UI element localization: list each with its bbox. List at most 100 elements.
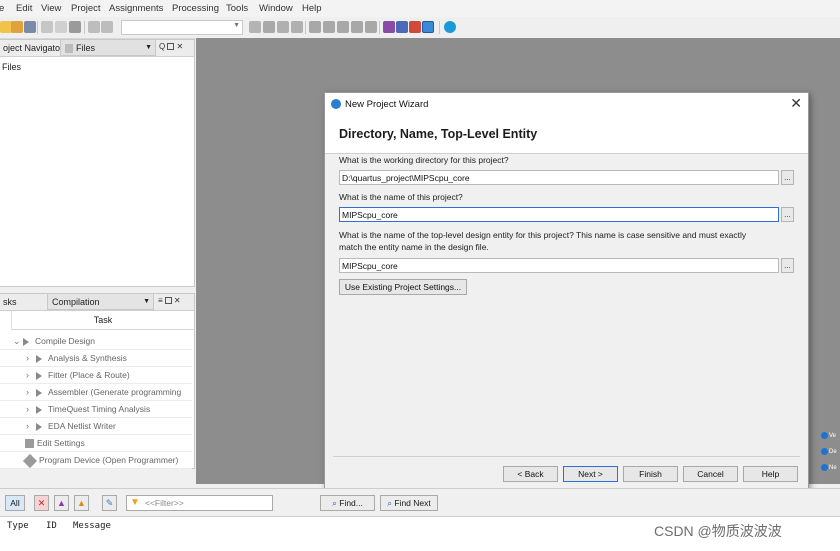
finish-button[interactable]: Finish — [623, 466, 678, 482]
project-name-field[interactable]: MIPScpu_core — [339, 207, 779, 222]
cancel-button[interactable]: Cancel — [683, 466, 738, 482]
menu-help[interactable]: Help — [302, 3, 322, 14]
timing-icon[interactable] — [351, 21, 363, 33]
pin-icon[interactable] — [277, 21, 289, 33]
chip-planner-icon[interactable] — [383, 21, 395, 33]
analysis-icon[interactable] — [337, 21, 349, 33]
panel-controls[interactable]: Q ✕ — [159, 42, 183, 51]
dock-icon[interactable] — [167, 43, 175, 51]
menu-edit[interactable]: Edit — [16, 3, 32, 14]
run-icon[interactable] — [23, 337, 29, 346]
column-header-id[interactable]: ID — [46, 521, 57, 531]
run-icon[interactable] — [36, 371, 42, 380]
task-row-compile-design[interactable]: ⌄ Compile Design — [0, 333, 192, 350]
close-icon[interactable]: ✕ — [790, 96, 802, 110]
chevron-down-icon: ▼ — [145, 44, 152, 51]
top-entity-label: What is the name of the top-level design… — [339, 230, 747, 240]
run-icon[interactable] — [36, 388, 42, 397]
chevron-down-icon: ▼ — [233, 22, 240, 29]
dialog-titlebar[interactable]: New Project Wizard ✕ — [325, 93, 808, 116]
task-row-analysis-synthesis[interactable]: › Analysis & Synthesis — [0, 350, 192, 367]
task-row-assembler[interactable]: › Assembler (Generate programming — [0, 384, 192, 401]
info-icon — [821, 464, 828, 471]
run-icon[interactable] — [36, 422, 42, 431]
task-label: TimeQuest Timing Analysis — [48, 404, 151, 414]
menu-processing[interactable]: Processing — [172, 3, 219, 14]
browse-directory-button[interactable]: ... — [781, 170, 794, 185]
divider — [333, 456, 800, 457]
paste-icon[interactable] — [69, 21, 81, 33]
run-icon[interactable] — [36, 405, 42, 414]
menu-window[interactable]: Window — [259, 3, 293, 14]
menu-view[interactable]: View — [41, 3, 61, 14]
undo-icon[interactable] — [88, 21, 100, 33]
suppress-icon[interactable]: ✎ — [102, 495, 117, 511]
browse-name-button[interactable]: ... — [781, 207, 794, 222]
rtl-icon[interactable] — [365, 21, 377, 33]
error-filter-icon[interactable]: ✕ — [34, 495, 49, 511]
task-row-fitter[interactable]: › Fitter (Place & Route) — [0, 367, 192, 384]
menu-assignments[interactable]: Assignments — [109, 3, 163, 14]
menu-file[interactable]: e — [0, 3, 4, 14]
chat-icon[interactable] — [444, 21, 456, 33]
task-label: Assembler (Generate programming — [48, 387, 182, 397]
back-button[interactable]: < Back — [503, 466, 558, 482]
critical-warning-icon[interactable]: ▲ — [54, 495, 69, 511]
toolbar-separator — [439, 21, 440, 34]
flow-select-value: Compilation — [52, 297, 100, 307]
task-label: EDA Netlist Writer — [48, 421, 116, 431]
page-title: Directory, Name, Top-Level Entity — [339, 127, 538, 141]
settings-icon[interactable] — [263, 21, 275, 33]
tab-files[interactable]: Files ▼ — [60, 40, 156, 56]
pencil-icon[interactable] — [249, 21, 261, 33]
ip-catalog-icon[interactable] — [422, 21, 434, 33]
run-icon[interactable] — [36, 354, 42, 363]
menu-project[interactable]: Project — [71, 3, 101, 14]
chevron-down-icon: ⌄ — [13, 336, 21, 346]
copy-icon[interactable] — [55, 21, 67, 33]
task-column-header[interactable]: Task — [11, 311, 194, 330]
warning-icon[interactable]: ▲ — [74, 495, 89, 511]
files-item[interactable]: Files — [2, 62, 21, 72]
cut-icon[interactable] — [41, 21, 53, 33]
top-entity-field[interactable]: MIPScpu_core — [339, 258, 779, 273]
task-row-edit-settings[interactable]: Edit Settings — [0, 435, 192, 452]
start-compile-icon[interactable] — [323, 21, 335, 33]
tab-tasks[interactable]: sks — [0, 294, 21, 310]
find-label: Find... — [339, 498, 363, 508]
next-button[interactable]: Next > — [563, 466, 618, 482]
find-button[interactable]: ⌕ Find... — [320, 495, 375, 511]
task-row-program-device[interactable]: Program Device (Open Programmer) — [0, 452, 192, 469]
stop-icon[interactable] — [309, 21, 321, 33]
watermark: CSDN @物质波波波 — [654, 523, 782, 539]
flow-select[interactable]: Compilation ▼ — [47, 294, 154, 310]
task-row-timequest[interactable]: › TimeQuest Timing Analysis — [0, 401, 192, 418]
browse-entity-button[interactable]: ... — [781, 258, 794, 273]
chip-icon[interactable] — [291, 21, 303, 33]
use-existing-settings-button[interactable]: Use Existing Project Settings... — [339, 279, 467, 295]
find-next-button[interactable]: ⌕ Find Next — [380, 495, 438, 511]
task-label: Edit Settings — [37, 438, 85, 448]
menu-tools[interactable]: Tools — [226, 3, 248, 14]
save-icon[interactable] — [24, 21, 36, 33]
filter-input[interactable]: ▼ <<Filter>> — [126, 495, 273, 511]
help-button[interactable]: Help — [743, 466, 798, 482]
tab-project-navigator[interactable]: oject Navigator — [0, 40, 67, 56]
side-item[interactable]: Ne — [821, 464, 837, 471]
project-name-label: What is the name of this project? — [339, 192, 463, 202]
pin-planner-icon[interactable] — [396, 21, 408, 33]
entity-combo[interactable]: ▼ — [121, 20, 243, 35]
side-item[interactable]: De — [821, 448, 837, 455]
panel-controls[interactable]: ≡ ✕ — [158, 296, 181, 305]
column-header-message[interactable]: Message — [73, 521, 111, 531]
programmer-icon[interactable] — [409, 21, 421, 33]
task-row-eda-netlist[interactable]: › EDA Netlist Writer — [0, 418, 192, 435]
redo-icon[interactable] — [101, 21, 113, 33]
side-item[interactable]: Ve — [821, 432, 836, 439]
all-filter-button[interactable]: All — [5, 495, 25, 511]
dock-icon[interactable] — [164, 297, 172, 305]
chevron-down-icon: ▼ — [143, 298, 150, 305]
open-icon[interactable] — [11, 21, 23, 33]
directory-field[interactable]: D:\quartus_project\MIPScpu_core — [339, 170, 779, 185]
column-header-type[interactable]: Type — [7, 521, 29, 531]
